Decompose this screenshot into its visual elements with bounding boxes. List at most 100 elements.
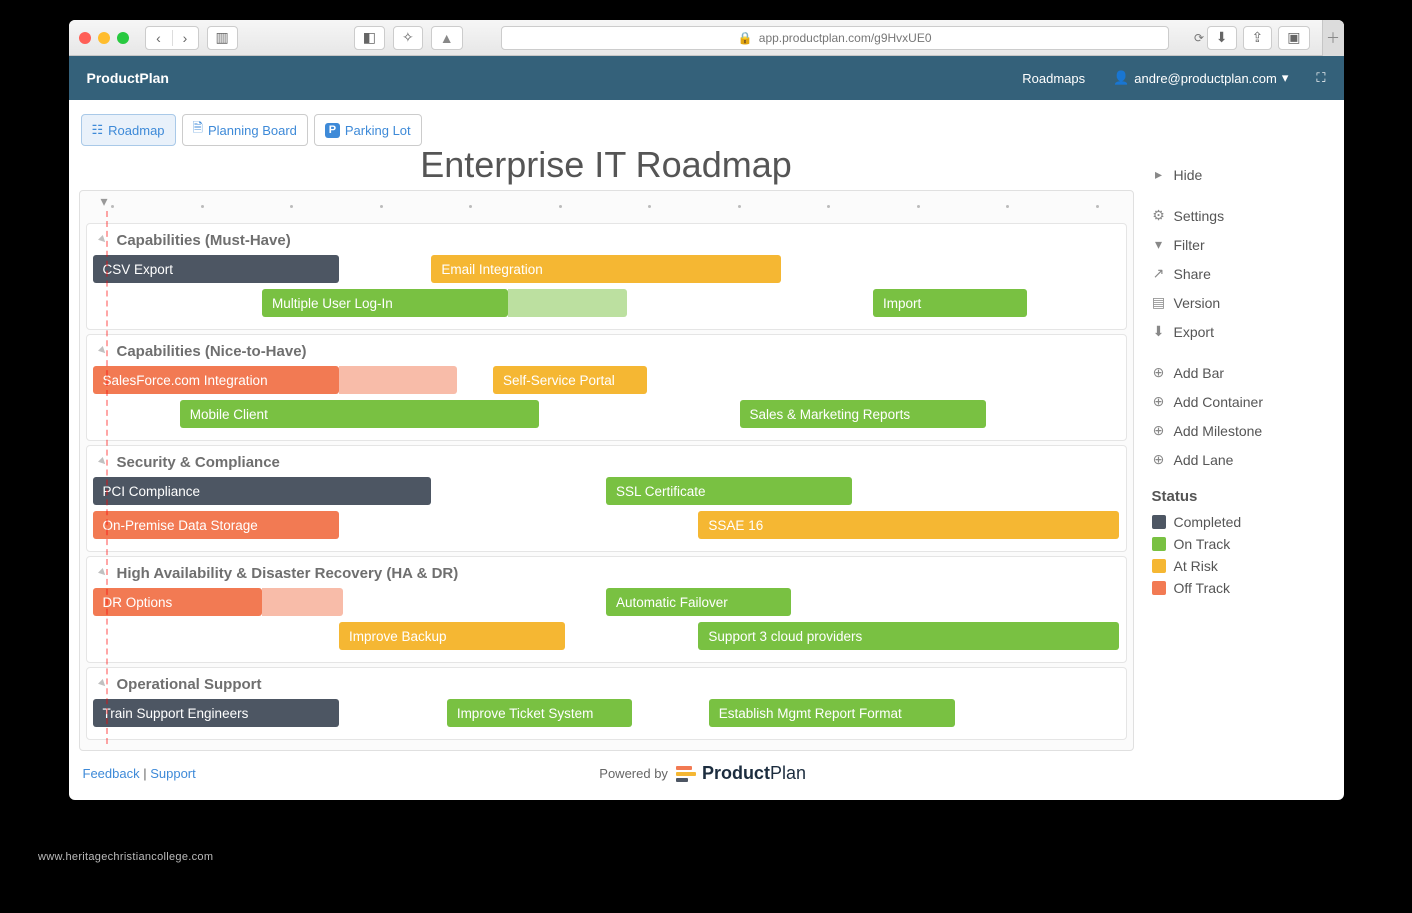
- add-container[interactable]: ⊕Add Container: [1150, 387, 1326, 416]
- warning-icon[interactable]: ▲: [431, 26, 463, 50]
- share-icon[interactable]: ⇪: [1243, 26, 1273, 50]
- roadmap-bar[interactable]: Sales & Marketing Reports: [740, 400, 986, 428]
- lane-title[interactable]: Operational Support: [93, 674, 1120, 699]
- reload-icon[interactable]: ⟳: [1194, 31, 1204, 45]
- lane-title[interactable]: Capabilities (Must-Have): [93, 230, 1120, 255]
- roadmap-bar[interactable]: On-Premise Data Storage: [93, 511, 339, 539]
- nav-back-forward[interactable]: ‹›: [145, 26, 199, 50]
- version-icon: ▤: [1152, 294, 1166, 311]
- roadmap-bar[interactable]: DR Options: [93, 588, 262, 616]
- roadmap-bar[interactable]: Improve Backup: [339, 622, 565, 650]
- user-menu[interactable]: 👤 andre@productplan.com ▾: [1113, 70, 1288, 86]
- add-lane-label: Add Lane: [1174, 452, 1234, 468]
- feedback-link[interactable]: Feedback: [83, 766, 140, 781]
- roadmap-bar[interactable]: SSAE 16: [698, 511, 1119, 539]
- page-title: Enterprise IT Roadmap: [79, 144, 1134, 186]
- lane-row: PCI Compliance SSL Certificate: [93, 477, 1120, 507]
- settings-label: Settings: [1174, 208, 1225, 224]
- add-bar[interactable]: ⊕Add Bar: [1150, 358, 1326, 387]
- footer: Feedback | Support Powered by ProductPla…: [69, 751, 1344, 800]
- lane-row: SalesForce.com Integration Self-Service P…: [93, 366, 1120, 396]
- user-icon: 👤: [1113, 70, 1129, 86]
- tab-planning-board[interactable]: 🗎Planning Board: [182, 114, 308, 146]
- window-controls[interactable]: [79, 32, 129, 44]
- lane-title[interactable]: High Availability & Disaster Recovery (H…: [93, 563, 1120, 588]
- lane: High Availability & Disaster Recovery (H…: [86, 556, 1127, 663]
- today-marker: [106, 211, 108, 744]
- lane: Capabilities (Nice-to-Have)SalesForce.co…: [86, 334, 1127, 441]
- forward-icon[interactable]: ›: [172, 30, 198, 46]
- legend-label: At Risk: [1174, 558, 1218, 574]
- legend-swatch: [1152, 559, 1166, 573]
- lane-row: DR Options Automatic Failover: [93, 588, 1120, 618]
- filter-label: Filter: [1174, 237, 1205, 253]
- lane: Security & CompliancePCI Compliance SSL C…: [86, 445, 1127, 552]
- lane-row: Train Support Engineers Improve Ticket Sy…: [93, 699, 1120, 729]
- add-lane[interactable]: ⊕Add Lane: [1150, 445, 1326, 474]
- filter-icon: ▾: [1152, 236, 1166, 253]
- parking-icon: P: [325, 123, 340, 138]
- lane-title[interactable]: Capabilities (Nice-to-Have): [93, 341, 1120, 366]
- roadmap-bar[interactable]: SSL Certificate: [606, 477, 852, 505]
- hide-sidebar[interactable]: ▸Hide: [1150, 160, 1326, 189]
- lane-row: Multiple User Log-In Import: [93, 289, 1120, 319]
- roadmap-bar[interactable]: SalesForce.com Integration: [93, 366, 339, 394]
- tab-parking-lot[interactable]: PParking Lot: [314, 114, 422, 146]
- toolbar-icon-2[interactable]: ✧: [393, 26, 423, 50]
- lane-title[interactable]: Security & Compliance: [93, 452, 1120, 477]
- roadmap-bar[interactable]: Establish Mgmt Report Format: [709, 699, 955, 727]
- share-label: Share: [1174, 266, 1211, 282]
- roadmap-icon: ☷: [92, 122, 104, 138]
- legend-swatch: [1152, 537, 1166, 551]
- roadmap-bar[interactable]: Self-Service Portal: [493, 366, 647, 394]
- export-link[interactable]: ⬇Export: [1150, 317, 1326, 346]
- lane: Capabilities (Must-Have)CSV Export Email …: [86, 223, 1127, 330]
- sidebar-toggle-icon[interactable]: ▥: [207, 26, 238, 50]
- version-label: Version: [1174, 295, 1221, 311]
- address-bar[interactable]: 🔒 app.productplan.com/g9HvxUE0 ⟳: [501, 26, 1169, 50]
- roadmap-bar[interactable]: PCI Compliance: [93, 477, 432, 505]
- share-arrow-icon: ↗: [1152, 265, 1166, 282]
- version-link[interactable]: ▤ Version: [1150, 288, 1326, 317]
- fullscreen-icon[interactable]: ⛶: [1316, 70, 1325, 86]
- roadmap-bar[interactable]: Email Integration: [431, 255, 780, 283]
- downloads-icon[interactable]: ⬇: [1207, 26, 1237, 50]
- tab-roadmap-label: Roadmap: [108, 123, 164, 138]
- powered-by: Powered by ProductPlan: [599, 763, 806, 784]
- filter-link[interactable]: ▾ Filter: [1150, 230, 1326, 259]
- powered-label: Powered by: [599, 766, 668, 781]
- roadmap-bar[interactable]: Train Support Engineers: [93, 699, 339, 727]
- legend-swatch: [1152, 515, 1166, 529]
- roadmap-bar[interactable]: CSV Export: [93, 255, 339, 283]
- productplan-logo[interactable]: ProductPlan: [676, 763, 806, 784]
- roadmap-bar[interactable]: Improve Ticket System: [447, 699, 632, 727]
- add-milestone[interactable]: ⊕Add Milestone: [1150, 416, 1326, 445]
- tabs-icon[interactable]: ▣: [1278, 26, 1309, 50]
- nav-roadmaps[interactable]: Roadmaps: [1022, 71, 1085, 86]
- new-tab-button[interactable]: ＋: [1322, 20, 1344, 56]
- share-link[interactable]: ↗ Share: [1150, 259, 1326, 288]
- app-header: ProductPlan Roadmaps 👤 andre@productplan…: [69, 56, 1344, 100]
- url-text: app.productplan.com/g9HvxUE0: [759, 31, 932, 45]
- close-window-icon[interactable]: [79, 32, 91, 44]
- browser-chrome: ‹› ▥ ◧ ✧ ▲ 🔒 app.productplan.com/g9HvxUE…: [69, 20, 1344, 56]
- toolbar-icon-1[interactable]: ◧: [354, 26, 385, 50]
- lock-icon: 🔒: [738, 31, 753, 45]
- roadmap-bar[interactable]: Support 3 cloud providers: [698, 622, 1119, 650]
- settings-link[interactable]: ⚙ Settings: [1150, 201, 1326, 230]
- legend-item: Completed: [1150, 511, 1326, 533]
- maximize-window-icon[interactable]: [117, 32, 129, 44]
- plus-icon: ⊕: [1152, 393, 1166, 410]
- tab-roadmap[interactable]: ☷ Roadmap: [81, 114, 176, 146]
- back-icon[interactable]: ‹: [146, 30, 172, 46]
- app-brand[interactable]: ProductPlan: [87, 70, 169, 86]
- gear-icon: ⚙: [1152, 207, 1166, 224]
- roadmap-bar[interactable]: Automatic Failover: [606, 588, 791, 616]
- roadmap-bar[interactable]: Import: [873, 289, 1027, 317]
- roadmap-bar[interactable]: Mobile Client: [180, 400, 539, 428]
- support-link[interactable]: Support: [150, 766, 196, 781]
- roadmap-bar[interactable]: Multiple User Log-In: [262, 289, 508, 317]
- hide-label: Hide: [1174, 167, 1203, 183]
- minimize-window-icon[interactable]: [98, 32, 110, 44]
- status-heading: Status: [1152, 488, 1326, 505]
